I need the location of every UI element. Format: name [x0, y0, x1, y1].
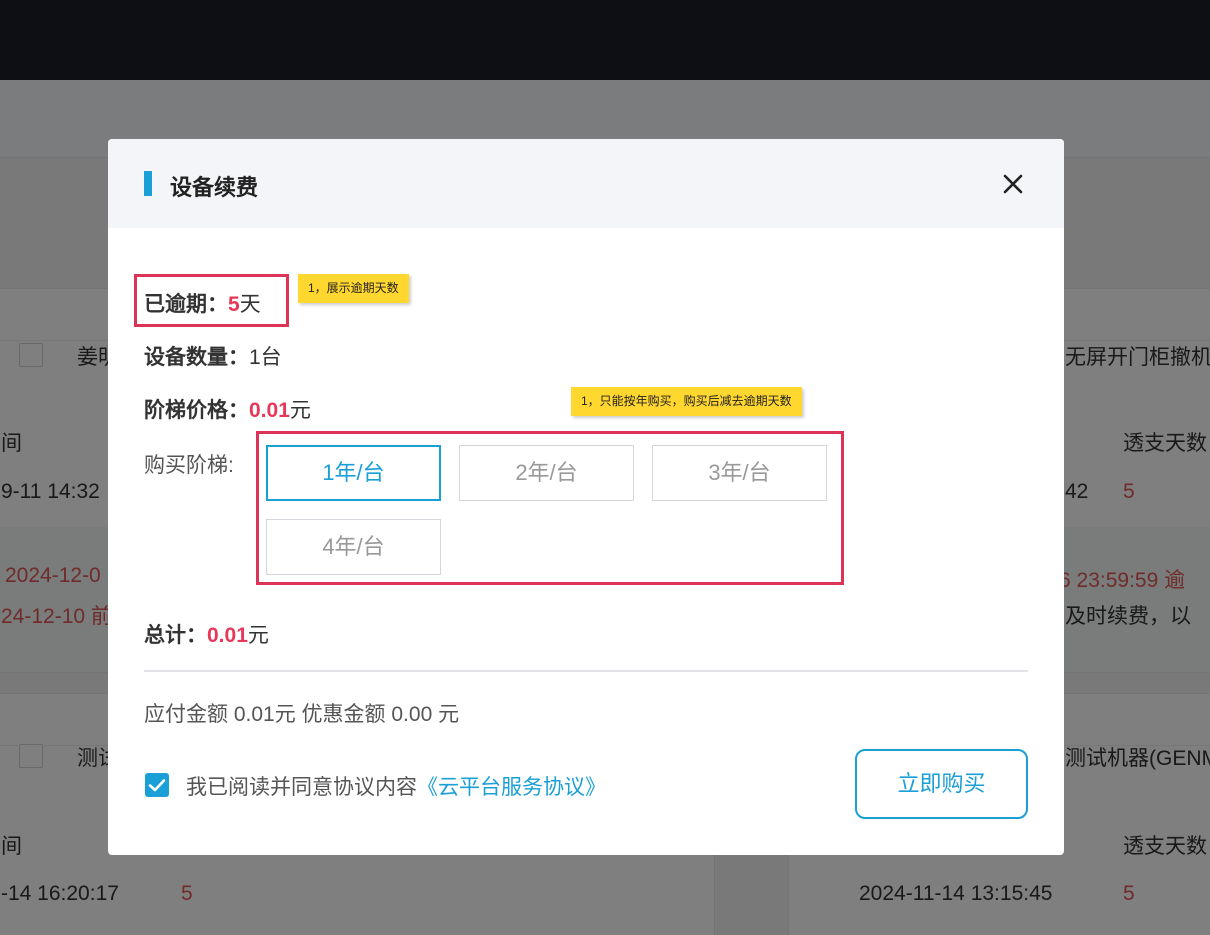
- agreement-checkbox[interactable]: [145, 773, 169, 797]
- purchase-tier-label: 购买阶梯:: [144, 454, 234, 477]
- total-unit: 元: [247, 624, 269, 647]
- agreement-text: 我已阅读并同意协议内容《云平台服务协议》: [186, 771, 606, 801]
- tier-option-3-year[interactable]: 3年/台: [652, 445, 827, 501]
- device-count-row: 设备数量：1台: [144, 341, 282, 371]
- title-accent-bar: [144, 171, 152, 196]
- total-label: 总计：: [144, 624, 207, 647]
- overdue-annotation-note: 1，展示逾期天数: [298, 274, 409, 303]
- total-row: 总计：0.01元: [144, 619, 269, 649]
- device-count-value: 1台: [249, 346, 282, 369]
- tier-price-label: 阶梯价格：: [144, 399, 249, 422]
- tier-option-2-year[interactable]: 2年/台: [459, 445, 634, 501]
- total-value: 0.01: [207, 624, 248, 647]
- tier-option-4-year[interactable]: 4年/台: [266, 519, 441, 575]
- buy-now-button[interactable]: 立即购买: [855, 749, 1028, 819]
- check-icon: [148, 779, 166, 792]
- payment-summary: 应付金额 0.01元 优惠金额 0.00 元: [144, 703, 460, 726]
- tier-price-row: 阶梯价格：0.01元: [144, 394, 311, 424]
- agreement-label: 我已阅读并同意协议内容: [186, 776, 417, 799]
- tier-price-value: 0.01: [249, 399, 290, 422]
- tier-option-1-year[interactable]: 1年/台: [266, 445, 441, 501]
- device-count-label: 设备数量：: [144, 346, 249, 369]
- service-agreement-link[interactable]: 《云平台服务协议》: [417, 776, 606, 799]
- dialog-header: 设备续费: [108, 139, 1064, 228]
- close-icon[interactable]: [1001, 172, 1025, 196]
- tier-price-unit: 元: [289, 399, 311, 422]
- tier-annotation-note: 1，只能按年购买，购买后减去逾期天数: [571, 387, 802, 416]
- dialog-title: 设备续费: [170, 175, 259, 200]
- renewal-dialog: 设备续费 已逾期：5天 1，展示逾期天数 设备数量：1台 阶梯价格：0.01元 …: [108, 139, 1064, 855]
- divider: [144, 670, 1028, 672]
- overdue-annotation-box: [134, 274, 289, 327]
